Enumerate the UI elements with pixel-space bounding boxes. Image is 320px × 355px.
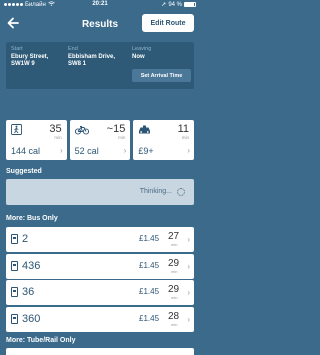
suggested-header: Suggested bbox=[6, 168, 42, 175]
start-location[interactable]: Start Ebury Street, SW1W 9 bbox=[11, 46, 48, 68]
battery-percent: 94 % bbox=[168, 1, 182, 8]
loading-spinner-icon bbox=[177, 188, 185, 196]
chevron-right-icon: › bbox=[187, 288, 190, 297]
end-location[interactable]: End Ebbisham Drive, SW8 1 bbox=[68, 46, 115, 68]
bus-route-number: 436 bbox=[22, 259, 41, 272]
bus-route-number: 360 bbox=[22, 312, 41, 325]
walk-min-label: min bbox=[54, 135, 62, 140]
chevron-right-icon: › bbox=[187, 314, 190, 324]
status-bar: Билайн 20:21 ➚ 94 % bbox=[0, 0, 200, 10]
chevron-right-icon: › bbox=[187, 146, 191, 155]
bus-route-row[interactable]: 2 £1.45 27 min › bbox=[6, 227, 194, 252]
bus-fare: £1.45 bbox=[139, 234, 160, 243]
start-label: Start bbox=[11, 46, 23, 52]
start-value-line2: SW1W 9 bbox=[11, 61, 35, 67]
chevron-right-icon: › bbox=[60, 146, 63, 155]
bus-route-row[interactable]: 436 £1.45 29 min › bbox=[6, 253, 194, 279]
taxi-price: £9+ bbox=[138, 146, 154, 156]
chevron-right-icon: › bbox=[123, 146, 127, 155]
bike-minutes: ~15 bbox=[106, 123, 126, 135]
bus-fare: £1.45 bbox=[139, 313, 160, 323]
bus-min-label: min bbox=[171, 268, 178, 274]
location-icon: ➚ bbox=[161, 2, 167, 8]
battery-icon bbox=[184, 2, 196, 7]
walk-option[interactable]: 35 min 144 cal › bbox=[6, 120, 67, 160]
bus-fare: £1.45 bbox=[139, 287, 160, 296]
taxi-option[interactable]: 11 min £9+ › bbox=[133, 120, 195, 160]
bus-minutes: 27 bbox=[168, 231, 180, 242]
bus-icon bbox=[11, 287, 18, 297]
leaving-label: Leaving bbox=[132, 46, 152, 52]
tube-rail-header: More: Tube/Rail Only bbox=[6, 337, 76, 344]
end-label: End bbox=[68, 46, 78, 52]
bus-icon bbox=[11, 313, 18, 324]
bus-minutes: 28 bbox=[168, 310, 180, 322]
set-arrival-time-button[interactable]: Set Arrival Time bbox=[132, 69, 191, 82]
walk-minutes: 35 bbox=[49, 123, 62, 135]
chevron-right-icon: › bbox=[187, 235, 190, 244]
walk-calories: 144 cal bbox=[11, 146, 41, 156]
bus-minutes: 29 bbox=[168, 257, 180, 269]
walk-icon bbox=[11, 124, 22, 138]
bike-calories: 52 cal bbox=[74, 146, 99, 156]
route-summary-panel: Start Ebury Street, SW1W 9 End Ebbisham … bbox=[6, 42, 194, 89]
taxi-minutes: 11 bbox=[177, 123, 190, 135]
end-value-line1: Ebbisham Drive, bbox=[68, 54, 116, 60]
leaving-value: Now bbox=[132, 54, 145, 60]
bus-min-label: min bbox=[171, 321, 178, 327]
bus-min-label: min bbox=[171, 242, 178, 247]
bus-min-label: min bbox=[171, 295, 178, 300]
bike-min-label: min bbox=[118, 135, 126, 140]
bus-icon bbox=[11, 234, 18, 244]
bus-route-number: 36 bbox=[22, 286, 35, 298]
bus-route-row[interactable]: 360 £1.45 28 min › bbox=[6, 306, 194, 332]
bus-icon bbox=[11, 260, 18, 271]
thinking-text: Thinking... bbox=[139, 188, 172, 195]
tube-route-row[interactable] bbox=[6, 348, 194, 355]
taxi-min-label: min bbox=[181, 135, 190, 140]
bus-only-header: More: Bus Only bbox=[6, 215, 58, 222]
bus-route-number: 2 bbox=[22, 233, 29, 245]
bus-minutes: 29 bbox=[168, 284, 180, 295]
taxi-icon bbox=[138, 124, 151, 138]
bike-icon bbox=[74, 124, 89, 138]
nav-bar: Results Edit Route bbox=[0, 13, 200, 35]
bus-route-list: 2 £1.45 27 min › 436 £1.45 29 min › 36 £… bbox=[6, 227, 194, 333]
leaving-time: Leaving Now bbox=[132, 46, 151, 61]
end-value-line2: SW8 1 bbox=[68, 61, 87, 67]
bus-fare: £1.45 bbox=[139, 260, 160, 270]
suggested-route-box: Thinking... bbox=[6, 179, 194, 205]
travel-modes: 35 min 144 cal › ~15 min 52 cal › 11 min… bbox=[6, 120, 195, 160]
chevron-right-icon: › bbox=[187, 261, 190, 271]
bike-option[interactable]: ~15 min 52 cal › bbox=[69, 120, 131, 160]
edit-route-button[interactable]: Edit Route bbox=[142, 14, 194, 32]
start-value-line1: Ebury Street, bbox=[11, 54, 49, 60]
bus-route-row[interactable]: 36 £1.45 29 min › bbox=[6, 280, 194, 305]
